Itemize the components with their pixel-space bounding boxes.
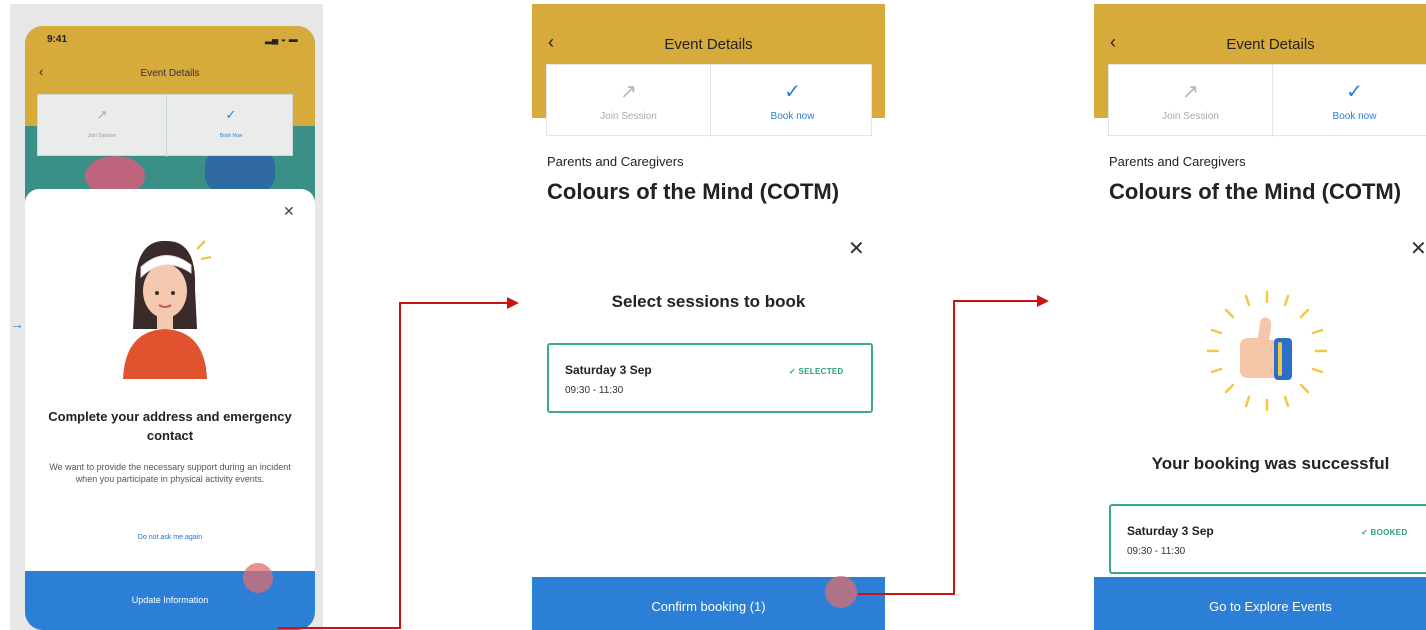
- book-now-button[interactable]: ✓ Book now: [1272, 65, 1426, 137]
- book-now-button[interactable]: ✓ Book now: [710, 65, 873, 137]
- close-icon[interactable]: ✕: [848, 236, 865, 261]
- session-time: 09:30 - 11:30: [1127, 546, 1186, 557]
- modal-title: Your booking was successful: [1151, 454, 1390, 473]
- arrowhead-icon: [1037, 295, 1049, 307]
- connector-line: [858, 593, 954, 595]
- check-icon: ✓: [784, 81, 801, 103]
- go-to-explore-events-button[interactable]: Go to Explore Events: [1094, 577, 1426, 630]
- action-bar: ↗ Join Session ✓ Book Now: [37, 94, 294, 157]
- session-date: Saturday 3 Sep: [1127, 524, 1214, 538]
- join-session-button[interactable]: ↗ Join Session: [1109, 65, 1272, 137]
- external-link-icon: ↗: [1182, 81, 1199, 103]
- join-session-button[interactable]: ↗ Join Session: [547, 65, 710, 137]
- modal-title: Complete your address and emergency cont…: [48, 409, 292, 443]
- session-date: Saturday 3 Sep: [565, 363, 652, 377]
- status-icons: ▂▄ ◒ ▬: [265, 34, 298, 44]
- status-time: 9:41: [47, 34, 68, 45]
- select-sessions-modal: ✕ Select sessions to book Saturday 3 Sep…: [532, 216, 885, 630]
- screen-3-panel: ‹ Event Details ↗ Join Session ✓ Book no…: [1094, 4, 1426, 630]
- session-card[interactable]: Saturday 3 Sep 09:30 - 11:30 ✓ SELECTED: [547, 343, 873, 413]
- connector-line: [953, 300, 955, 595]
- book-now-label: Book now: [770, 111, 815, 122]
- book-now-label: Book now: [1332, 111, 1377, 122]
- modal-body: We want to provide the necessary support…: [49, 462, 291, 484]
- screen-1-panel: → 9:41 ▂▄ ◒ ▬ ‹ Event Details ↗ Join Ses…: [10, 4, 323, 630]
- selected-badge: ✓ SELECTED: [789, 367, 844, 376]
- action-bar: ↗ Join Session ✓ Book now: [1108, 64, 1426, 137]
- connector-line: [399, 302, 401, 629]
- page-title: Event Details: [1226, 36, 1315, 53]
- page-title: Event Details: [664, 36, 753, 53]
- tap-indicator: [825, 576, 857, 608]
- external-link-icon: ↗: [96, 107, 108, 122]
- check-icon: ✓: [1346, 81, 1363, 103]
- phone-frame: 9:41 ▂▄ ◒ ▬ ‹ Event Details ↗ Join Sessi…: [25, 26, 315, 630]
- booked-badge: ✓ BOOKED: [1361, 528, 1408, 537]
- emergency-contact-modal: ✕ Complete your address and emergency co…: [25, 189, 315, 630]
- page-title: Event Details: [140, 68, 200, 79]
- event-category: Parents and Caregivers: [1109, 154, 1246, 169]
- do-not-ask-link[interactable]: Do not ask me again: [25, 534, 315, 541]
- arrowhead-icon: [507, 297, 519, 309]
- connector-line: [278, 627, 400, 629]
- join-session-button[interactable]: ↗ Join Session: [38, 95, 166, 157]
- join-session-label: Join Session: [87, 133, 117, 139]
- modal-title: Select sessions to book: [611, 292, 806, 311]
- join-session-label: Join Session: [1162, 111, 1219, 122]
- event-title: Colours of the Mind (COTM): [1109, 179, 1402, 204]
- close-icon[interactable]: ✕: [283, 203, 295, 220]
- connector-line: [399, 302, 507, 304]
- arrow-right-icon: →: [10, 316, 24, 332]
- check-icon: ✓: [225, 107, 237, 122]
- event-title: Colours of the Mind (COTM): [547, 179, 840, 204]
- booking-success-modal: ✕ Your booking was successful Saturday 3…: [1094, 216, 1426, 630]
- connector-line: [953, 300, 1037, 302]
- close-icon[interactable]: ✕: [1410, 236, 1426, 261]
- action-bar: ↗ Join Session ✓ Book now: [546, 64, 873, 137]
- event-category: Parents and Caregivers: [547, 154, 684, 169]
- thumbs-up-icon: [1206, 290, 1328, 412]
- session-time: 09:30 - 11:30: [565, 385, 624, 396]
- tap-indicator: [243, 563, 273, 593]
- screen-2-panel: ‹ Event Details ↗ Join Session ✓ Book no…: [532, 4, 885, 630]
- book-now-label: Book Now: [219, 133, 243, 139]
- woman-illustration-icon: [123, 240, 212, 379]
- join-session-label: Join Session: [600, 111, 657, 122]
- book-now-button[interactable]: ✓ Book Now: [166, 95, 294, 157]
- session-card: Saturday 3 Sep 09:30 - 11:30 ✓ BOOKED: [1109, 504, 1426, 574]
- external-link-icon: ↗: [620, 81, 637, 103]
